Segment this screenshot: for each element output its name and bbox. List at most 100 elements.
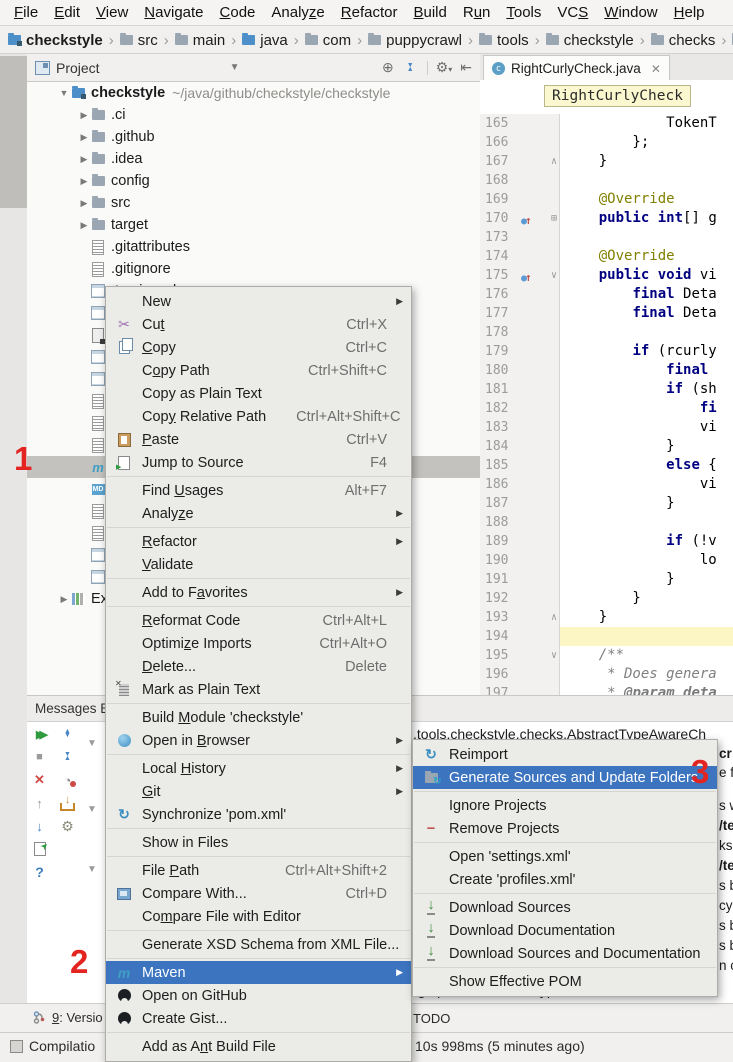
tree-node-collapse-icon[interactable]: ▼ (87, 864, 97, 875)
fold-down-icon[interactable]: ∨ (551, 266, 557, 285)
menu-item-copy[interactable]: CopyCtrl+C (106, 336, 411, 359)
maven-item-ignore-projects[interactable]: Ignore Projects (413, 794, 717, 817)
version-control-button[interactable]: 9: Versio (33, 1010, 103, 1025)
import-icon[interactable] (59, 795, 76, 811)
menu-item-refactor[interactable]: Refactor▶ (106, 530, 411, 553)
chevron-right-icon[interactable]: ▶ (77, 198, 91, 209)
menu-analyze[interactable]: Analyze (263, 4, 332, 21)
menu-item-find-usages[interactable]: Find UsagesAlt+F7 (106, 479, 411, 502)
menu-item-maven[interactable]: mMaven▶ (106, 961, 411, 984)
stripe-tab-7-structure[interactable]: 7: Structure (0, 218, 27, 310)
fold-down-icon[interactable]: ∨ (551, 646, 557, 665)
wrench-icon[interactable]: ⚙ (59, 818, 76, 834)
menu-item-build-module-checkstyle-[interactable]: Build Module 'checkstyle' (106, 706, 411, 729)
menu-item-reformat-code[interactable]: Reformat CodeCtrl+Alt+L (106, 609, 411, 632)
menu-edit[interactable]: Edit (46, 4, 88, 21)
menu-item-compare-with-[interactable]: Compare With...Ctrl+D (106, 882, 411, 905)
menu-item-mark-as-plain-text[interactable]: Mark as Plain Text (106, 678, 411, 701)
chevron-right-icon[interactable]: ▶ (77, 154, 91, 165)
chevron-right-icon[interactable]: ▶ (77, 110, 91, 121)
down-icon[interactable]: ↓ (31, 818, 48, 834)
gear-icon[interactable]: ⚙▾ (436, 59, 453, 76)
project-view-dropdown-icon[interactable]: ▼ (230, 62, 240, 73)
menu-item-validate[interactable]: Validate (106, 553, 411, 576)
close-tab-icon[interactable]: ✕ (651, 62, 661, 76)
maven-item-generate-sources-and-update-folders[interactable]: Generate Sources and Update Folders (413, 766, 717, 789)
menu-item-add-as-ant-build-file[interactable]: Add as Ant Build File (106, 1035, 411, 1058)
maven-item-download-documentation[interactable]: ↓Download Documentation (413, 919, 717, 942)
maven-item-show-effective-pom[interactable]: Show Effective POM (413, 970, 717, 993)
breadcrumb-item-main[interactable]: main (175, 32, 226, 49)
tree-row-src[interactable]: ▶src (27, 192, 480, 214)
menu-window[interactable]: Window (596, 4, 665, 21)
chevron-right-icon[interactable]: ▶ (77, 176, 91, 187)
menu-run[interactable]: Run (455, 4, 499, 21)
close-icon[interactable]: ✕ (31, 772, 48, 788)
tree-row--github[interactable]: ▶.github (27, 126, 480, 148)
chevron-right-icon[interactable]: ▶ (77, 132, 91, 143)
menu-item-compare-file-with-editor[interactable]: Compare File with Editor (106, 905, 411, 928)
locate-icon[interactable]: ⊕ (382, 59, 394, 76)
menu-item-local-history[interactable]: Local History▶ (106, 757, 411, 780)
menu-view[interactable]: View (88, 4, 136, 21)
rerun-icon[interactable]: ▶▶ (31, 726, 48, 742)
tree-row--gitignore[interactable]: .gitignore (27, 258, 480, 280)
collapse-all-icon[interactable] (59, 749, 76, 765)
help-icon[interactable]: ? (31, 864, 48, 880)
collapse-all-icon[interactable] (402, 60, 419, 76)
tree-row-config[interactable]: ▶config (27, 170, 480, 192)
breadcrumb-item-java[interactable]: java (242, 32, 288, 49)
stop-icon[interactable]: ■ (31, 749, 48, 765)
tree-row-target[interactable]: ▶target (27, 214, 480, 236)
menu-item-file-path[interactable]: File PathCtrl+Alt+Shift+2 (106, 859, 411, 882)
tree-node-collapse-icon[interactable]: ▼ (87, 738, 97, 749)
todo-button[interactable]: TODO (413, 1011, 450, 1026)
menu-item-git[interactable]: Git▶ (106, 780, 411, 803)
menu-tools[interactable]: Tools (498, 4, 549, 21)
fold-up-icon[interactable]: ∧ (551, 152, 557, 171)
menu-item-show-in-files[interactable]: Show in Files (106, 831, 411, 854)
breadcrumb-item-puppycrawl[interactable]: puppycrawl (368, 32, 462, 49)
menu-item-delete-[interactable]: Delete...Delete (106, 655, 411, 678)
hide-panel-icon[interactable]: ⇤ (460, 59, 472, 76)
tree-row--ci[interactable]: ▶.ci (27, 104, 480, 126)
fold-plus-icon[interactable]: ⊞ (551, 209, 557, 228)
menu-file[interactable]: File (6, 4, 46, 21)
up-icon[interactable]: ↑ (31, 795, 48, 811)
code-area[interactable]: 165 TokenT166 };167∧ }168169 @Override17… (480, 114, 733, 695)
tree-node-collapse-icon[interactable]: ▼ (87, 804, 97, 815)
tree-row--gitattributes[interactable]: .gitattributes (27, 236, 480, 258)
menu-item-create-gist-[interactable]: Create Gist... (106, 1007, 411, 1030)
menu-item-jump-to-source[interactable]: Jump to SourceF4 (106, 451, 411, 474)
breadcrumb-item-tools[interactable]: tools (479, 32, 529, 49)
fold-up-icon[interactable]: ∧ (551, 608, 557, 627)
maven-item-download-sources-and-documentation[interactable]: ↓Download Sources and Documentation (413, 942, 717, 965)
maven-item-reimport[interactable]: ↻Reimport (413, 743, 717, 766)
editor[interactable]: c RightCurlyCheck.java ✕ RightCurlyCheck… (480, 54, 733, 695)
menu-refactor[interactable]: Refactor (333, 4, 406, 21)
chevron-down-icon[interactable]: ▼ (57, 88, 71, 98)
menu-item-generate-xsd-schema-from-xml-file-[interactable]: Generate XSD Schema from XML File... (106, 933, 411, 956)
menu-item-cut[interactable]: ✂CutCtrl+X (106, 313, 411, 336)
history-icon[interactable]: ◔ (59, 772, 76, 788)
menu-code[interactable]: Code (212, 4, 264, 21)
breadcrumb-item-com[interactable]: com (305, 32, 351, 49)
maven-item-download-sources[interactable]: ↓Download Sources (413, 896, 717, 919)
menu-item-open-in-browser[interactable]: Open in Browser▶ (106, 729, 411, 752)
chevron-right-icon[interactable]: ▶ (57, 594, 71, 605)
breadcrumb-item-checks[interactable]: checks (651, 32, 716, 49)
menu-item-copy-path[interactable]: Copy PathCtrl+Shift+C (106, 359, 411, 382)
stripe-tab-1-project[interactable]: 1: Project (0, 56, 27, 208)
menu-item-optimize-imports[interactable]: Optimize ImportsCtrl+Alt+O (106, 632, 411, 655)
menu-navigate[interactable]: Navigate (136, 4, 211, 21)
menu-item-synchronize-pom-xml-[interactable]: ↻Synchronize 'pom.xml' (106, 803, 411, 826)
breadcrumb-item-checkstyle[interactable]: checkstyle (546, 32, 634, 49)
menu-item-paste[interactable]: PasteCtrl+V (106, 428, 411, 451)
maven-item-remove-projects[interactable]: −Remove Projects (413, 817, 717, 840)
editor-tab[interactable]: c RightCurlyCheck.java ✕ (483, 55, 670, 81)
chevron-right-icon[interactable]: ▶ (77, 220, 91, 231)
menu-item-new[interactable]: New▶ (106, 290, 411, 313)
tree-row-checkstyle[interactable]: ▼checkstyle~/java/github/checkstyle/chec… (27, 82, 480, 104)
menu-help[interactable]: Help (666, 4, 713, 21)
menu-item-add-to-favorites[interactable]: Add to Favorites▶ (106, 581, 411, 604)
